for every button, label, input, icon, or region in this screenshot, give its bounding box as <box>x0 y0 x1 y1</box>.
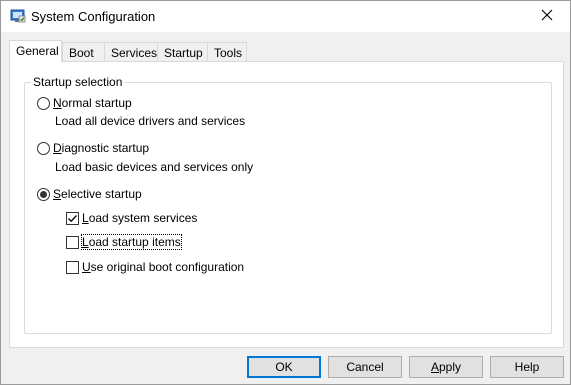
help-button[interactable]: Help <box>490 356 564 378</box>
radio-indicator <box>37 96 50 110</box>
diagnostic-startup-radio[interactable]: Diagnostic startup <box>37 141 149 155</box>
system-configuration-window: System Configuration General Boot Servic… <box>0 0 571 385</box>
ok-button[interactable]: OK <box>247 356 321 378</box>
checkmark-icon <box>68 214 77 222</box>
diagnostic-startup-description: Load basic devices and services only <box>55 160 254 174</box>
radio-label: Diagnostic startup <box>53 141 150 155</box>
selective-startup-radio[interactable]: Selective startup <box>37 187 142 201</box>
radio-indicator <box>37 141 50 155</box>
tab-startup[interactable]: Startup <box>157 42 208 62</box>
tab-strip: General Boot Services Startup Tools <box>9 40 564 63</box>
msconfig-app-icon <box>10 8 26 24</box>
tab-boot[interactable]: Boot <box>62 42 105 62</box>
title-bar: System Configuration <box>1 1 570 32</box>
use-original-boot-config-checkbox[interactable]: Use original boot configuration <box>66 260 244 274</box>
radio-label: Normal startup <box>53 96 132 110</box>
normal-startup-radio[interactable]: Normal startup <box>37 96 132 110</box>
close-button[interactable] <box>524 1 570 32</box>
checkbox-indicator <box>66 211 79 225</box>
apply-button[interactable]: Apply <box>409 356 483 378</box>
tab-tools[interactable]: Tools <box>207 42 247 62</box>
tab-services[interactable]: Services <box>104 42 158 62</box>
load-system-services-checkbox[interactable]: Load system services <box>66 211 197 225</box>
checkbox-indicator <box>66 235 79 249</box>
checkbox-label: Load system services <box>82 211 198 225</box>
checkbox-label: Use original boot configuration <box>82 260 245 274</box>
checkbox-label: Load startup items <box>81 234 182 250</box>
group-title: Startup selection <box>31 75 125 89</box>
radio-indicator <box>37 187 50 201</box>
normal-startup-description: Load all device drivers and services <box>55 114 246 128</box>
tab-general[interactable]: General <box>9 40 62 63</box>
radio-label: Selective startup <box>53 187 142 201</box>
load-startup-items-checkbox[interactable]: Load startup items <box>66 234 182 250</box>
general-tab-panel: Startup selection Normal startup Load al… <box>9 61 564 348</box>
window-title: System Configuration <box>31 9 156 24</box>
cancel-button[interactable]: Cancel <box>328 356 402 378</box>
checkbox-indicator <box>66 260 79 274</box>
startup-selection-group: Startup selection Normal startup Load al… <box>24 75 552 334</box>
close-icon <box>541 9 553 24</box>
